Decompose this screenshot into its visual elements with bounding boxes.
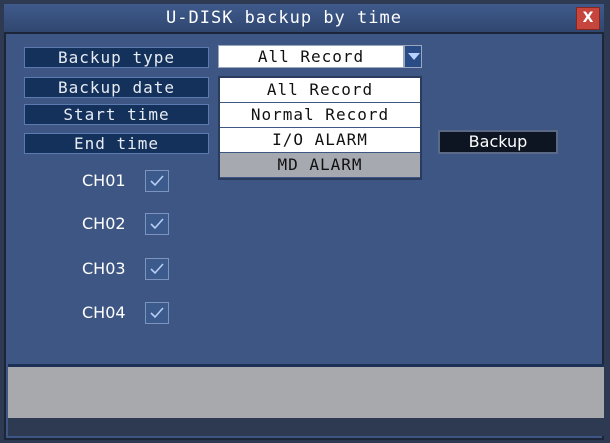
status-bar bbox=[8, 364, 604, 418]
backup-date-label: Backup date bbox=[24, 77, 209, 98]
dropdown-option[interactable]: I/O ALARM bbox=[220, 128, 420, 152]
checkmark-icon bbox=[150, 218, 164, 230]
dropdown-option[interactable]: All Record bbox=[220, 78, 420, 102]
backup-type-dropdown-list: All Record Normal Record I/O ALARM MD AL… bbox=[218, 76, 422, 180]
channel-label: CH03 bbox=[82, 259, 126, 278]
checkmark-icon bbox=[150, 307, 164, 319]
channel-checkbox[interactable] bbox=[145, 170, 169, 192]
start-time-label: Start time bbox=[24, 104, 209, 125]
dropdown-arrow-icon[interactable] bbox=[404, 45, 422, 68]
dropdown-option[interactable]: Normal Record bbox=[220, 103, 420, 127]
channel-label: CH02 bbox=[82, 214, 126, 233]
backup-type-select[interactable]: All Record bbox=[218, 45, 404, 68]
checkmark-icon bbox=[150, 263, 164, 275]
title-bar: U-DISK backup by time X bbox=[4, 4, 604, 34]
dropdown-option-highlighted[interactable]: MD ALARM bbox=[220, 153, 420, 177]
close-button[interactable]: X bbox=[576, 7, 600, 30]
channel-label: CH01 bbox=[82, 171, 126, 190]
channel-checkbox[interactable] bbox=[145, 213, 169, 235]
channel-checkbox[interactable] bbox=[145, 258, 169, 280]
end-time-label: End time bbox=[24, 133, 209, 154]
bottom-border bbox=[8, 418, 604, 436]
dialog-title: U-DISK backup by time bbox=[166, 8, 402, 28]
checkmark-icon bbox=[150, 175, 164, 187]
channel-checkbox[interactable] bbox=[145, 302, 169, 324]
channel-label: CH04 bbox=[82, 303, 126, 322]
backup-type-label: Backup type bbox=[24, 47, 209, 68]
backup-button[interactable]: Backup bbox=[438, 130, 558, 154]
